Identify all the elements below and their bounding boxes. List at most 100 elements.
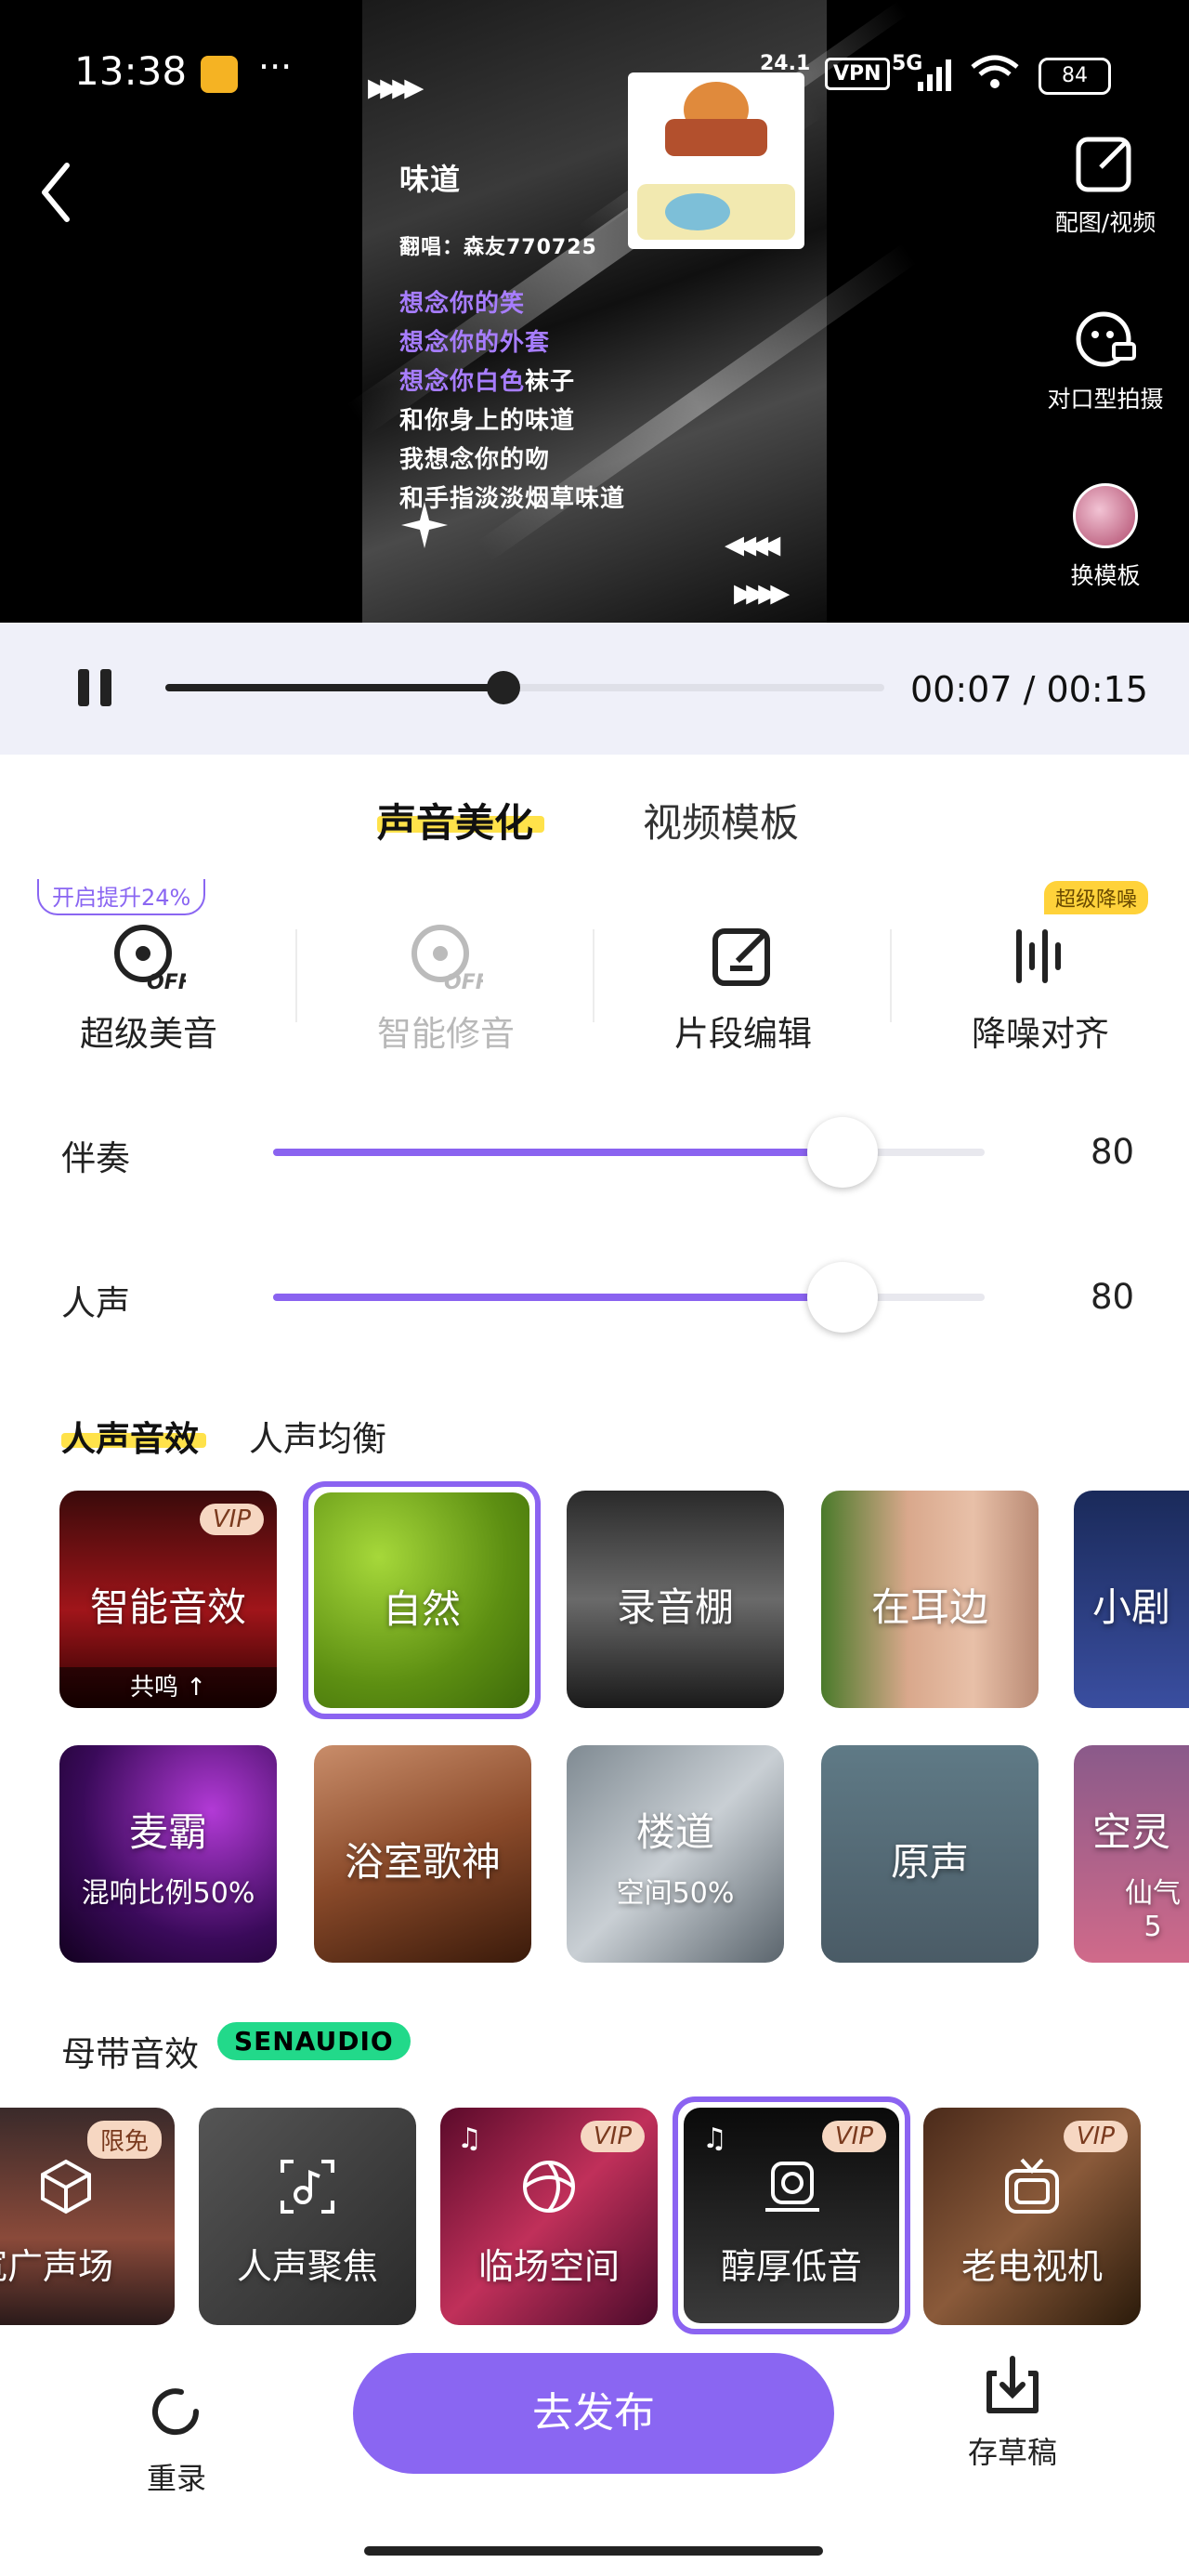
effect-card-theater[interactable]: 小剧 <box>1074 1491 1189 1708</box>
vip-badge: VIP <box>199 1504 264 1535</box>
speaker-icon <box>765 2162 819 2212</box>
promo-badge: 开启提升24% <box>37 879 206 915</box>
image-video-button[interactable]: 配图/视频 <box>1031 130 1180 238</box>
accompaniment-slider[interactable] <box>273 1117 985 1188</box>
effect-card-ear[interactable]: 在耳边 <box>821 1491 1039 1708</box>
status-more: ··· <box>258 46 293 87</box>
effect-sub: 混响比例50% <box>81 1877 255 1910</box>
face-camera-icon <box>1076 311 1136 367</box>
download-icon <box>986 2356 1039 2413</box>
master-card-live-space[interactable]: ♫ VIP 临场空间 <box>440 2108 658 2325</box>
save-draft-label: 存草稿 <box>967 2435 1057 2470</box>
vocal-value: 80 <box>1091 1277 1135 1317</box>
back-icon[interactable] <box>37 162 74 223</box>
pause-icon[interactable] <box>74 667 115 708</box>
cube-icon <box>41 2159 91 2215</box>
effect-card-original[interactable]: 原声 <box>821 1745 1039 1963</box>
feature-clip-edit[interactable]: 片段编辑 <box>594 920 892 1056</box>
headphone-icon: ♫ <box>457 2123 482 2155</box>
progress-fill <box>165 684 503 691</box>
effect-sub: 空间50% <box>616 1877 735 1910</box>
noise-badge: 超级降噪 <box>1044 881 1149 914</box>
vip-badge: VIP <box>580 2121 645 2152</box>
effect-name: 自然 <box>382 1586 461 1632</box>
player-bar: 00:07 / 00:15 <box>0 623 1189 755</box>
effect-card-mic-king[interactable]: 麦霸 混响比例50% <box>59 1745 277 1963</box>
effect-name: 老电视机 <box>960 2246 1103 2287</box>
effect-card-smart[interactable]: VIP 智能音效 共鸣 ↑ <box>59 1491 277 1708</box>
edit-square-icon <box>1076 137 1131 192</box>
free-badge: 限免 <box>86 2121 162 2159</box>
slider-label-accompaniment: 伴奏 <box>61 1138 130 1178</box>
slider-knob[interactable] <box>806 1262 878 1333</box>
effect-card-stairwell[interactable]: 楼道 空间50% <box>567 1745 784 1963</box>
effect-name: 智能音效 <box>89 1584 246 1630</box>
home-indicator <box>364 2546 823 2556</box>
publish-button[interactable]: 去发布 <box>353 2353 834 2474</box>
effect-name: 浴室歌神 <box>344 1839 501 1885</box>
senaudio-logo: SENAUDIO <box>217 2022 411 2060</box>
notification-app-icon <box>201 56 238 93</box>
effect-name: 人声聚焦 <box>236 2246 378 2287</box>
vip-badge: VIP <box>821 2121 886 2152</box>
feature-label: 降噪对齐 <box>972 1014 1109 1054</box>
waveform-icon <box>1016 929 1061 983</box>
effect-name: 原声 <box>890 1839 969 1885</box>
swirl-icon <box>523 2161 575 2213</box>
effect-name: 在耳边 <box>870 1584 988 1630</box>
battery-level: 84 <box>1062 64 1088 87</box>
lyric-line: 我想念你的吻 <box>399 446 551 474</box>
refresh-icon <box>152 2388 200 2436</box>
tab-video-template[interactable]: 视频模板 <box>643 792 799 848</box>
headphone-icon: ♫ <box>702 2123 727 2155</box>
lip-sync-button[interactable]: 对口型拍摄 <box>1031 307 1180 414</box>
progress-track[interactable] <box>165 671 884 704</box>
effect-sub: 共鸣 ↑ <box>59 1667 277 1708</box>
tv-icon <box>1005 2158 1059 2214</box>
master-card-deep-bass[interactable]: ♫ VIP 醇厚低音 <box>673 2096 910 2334</box>
focus-music-icon <box>281 2160 334 2214</box>
effect-card-studio[interactable]: 录音棚 <box>567 1491 784 1708</box>
effect-name: 临场空间 <box>477 2246 620 2287</box>
master-card-wide[interactable]: 限免 宽广声场 <box>0 2108 175 2325</box>
signal-icon <box>918 59 951 91</box>
change-template-button[interactable]: 换模板 <box>1031 483 1180 591</box>
rerecord-button[interactable]: 重录 <box>102 2379 251 2498</box>
lip-sync-label: 对口型拍摄 <box>1047 386 1164 413</box>
arrow-decoration-top: ▸▸▸▸ <box>368 63 424 109</box>
change-template-label: 换模板 <box>1070 562 1141 589</box>
save-draft-button[interactable]: 存草稿 <box>938 2353 1087 2472</box>
effect-name: 小剧 <box>1092 1584 1171 1630</box>
feature-label: 智能修音 <box>377 1014 515 1054</box>
feature-denoise-align[interactable]: 降噪对齐 <box>892 920 1189 1056</box>
album-sticker <box>628 72 804 249</box>
master-card-vocal-focus[interactable]: 人声聚焦 <box>199 2108 416 2325</box>
feature-super-voice[interactable]: OFF 超级美音 <box>0 920 297 1056</box>
progress-knob[interactable] <box>486 671 520 704</box>
off-text: OFF <box>147 971 186 994</box>
playback-time: 00:07 / 00:15 <box>910 669 1148 710</box>
status-time: 13:38 <box>74 48 188 94</box>
effect-card-natural[interactable]: 自然 <box>303 1481 541 1719</box>
arrow-decoration-right: ▸▸▸▸ <box>734 569 790 614</box>
image-video-label: 配图/视频 <box>1054 209 1156 236</box>
tab-vocal-effect[interactable]: 人声音效 <box>61 1411 199 1461</box>
slider-fill <box>273 1294 843 1301</box>
tab-voice-beautify[interactable]: 声音美化 <box>377 792 533 848</box>
effect-card-bathroom[interactable]: 浴室歌神 <box>314 1745 531 1963</box>
singer-line: 翻唱：森友770725 <box>399 236 597 259</box>
effect-name: 麦霸 <box>128 1809 207 1855</box>
slider-knob[interactable] <box>806 1117 878 1188</box>
battery-icon: 84 <box>1039 58 1111 95</box>
template-thumbnail <box>1073 483 1138 548</box>
vocal-slider[interactable] <box>273 1262 985 1333</box>
arrow-decoration-left: ◂◂◂◂ <box>725 520 780 566</box>
feature-smart-tune[interactable]: OFF 智能修音 <box>297 920 594 1056</box>
tab-vocal-eq[interactable]: 人声均衡 <box>249 1411 386 1461</box>
vinyl-off-icon: OFF <box>114 925 186 994</box>
rerecord-label: 重录 <box>146 2461 206 2496</box>
effect-card-ethereal[interactable]: 空灵 仙气5 <box>1074 1745 1189 1963</box>
effect-name: 醇厚低音 <box>720 2246 862 2287</box>
master-card-old-tv[interactable]: VIP 老电视机 <box>923 2108 1141 2325</box>
lyric-line: 想念你的外套 <box>399 329 551 357</box>
